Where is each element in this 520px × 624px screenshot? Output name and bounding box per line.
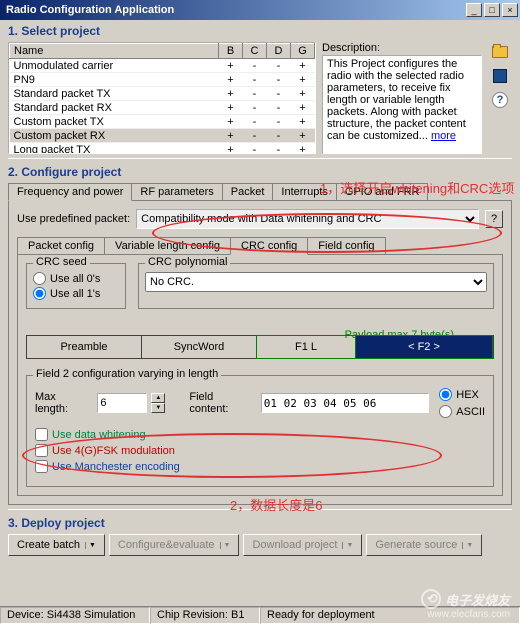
- crc-poly-group: CRC polynomial No CRC.: [138, 263, 494, 309]
- radio-all-1[interactable]: [33, 287, 46, 300]
- chevron-down-icon: ▼: [462, 542, 473, 549]
- chevron-down-icon: ▼: [85, 542, 96, 549]
- crc-seed-group: CRC seed Use all 0's Use all 1's: [26, 263, 126, 309]
- subtab-field[interactable]: Field config: [307, 237, 385, 254]
- maximize-button[interactable]: □: [484, 3, 500, 17]
- field2-group: Field 2 configuration varying in length …: [26, 375, 494, 487]
- check-4gfsk[interactable]: [35, 444, 48, 457]
- subtab-crc[interactable]: CRC config: [230, 237, 308, 255]
- content-input[interactable]: [261, 393, 429, 413]
- table-row[interactable]: Standard packet TX+--+: [10, 87, 315, 101]
- section2-header: 2. Configure project: [0, 161, 129, 181]
- field2-legend: Field 2 configuration varying in length: [33, 368, 221, 380]
- crc-seed-legend: CRC seed: [33, 256, 90, 268]
- f2-box[interactable]: < F2 >: [355, 335, 493, 359]
- watermark: ⟲电子发烧友 www.elecfans.com: [421, 589, 510, 620]
- configure-evaluate-button[interactable]: Configure&evaluate▼: [109, 534, 240, 556]
- col-name[interactable]: Name: [10, 44, 219, 59]
- open-button[interactable]: [490, 42, 510, 62]
- table-row[interactable]: Long packet TX+--+: [10, 143, 315, 155]
- radio-ascii[interactable]: [439, 405, 452, 418]
- check-whitening[interactable]: [35, 428, 48, 441]
- help-icon: ?: [492, 92, 508, 108]
- tab-content: Use predefined packet: Compatibility mod…: [8, 201, 512, 505]
- spinner-up[interactable]: ▲: [151, 393, 165, 403]
- check-manchester[interactable]: [35, 460, 48, 473]
- save-icon: [493, 69, 507, 83]
- crc-panel: CRC seed Use all 0's Use all 1's CRC pol…: [17, 254, 503, 496]
- table-row[interactable]: Custom packet RX+--+: [10, 129, 315, 143]
- table-row[interactable]: PN9+--+: [10, 73, 315, 87]
- preamble-box[interactable]: Preamble: [27, 336, 142, 358]
- radio-all-0[interactable]: [33, 272, 46, 285]
- watermark-icon: ⟲: [421, 589, 441, 609]
- save-button[interactable]: [490, 66, 510, 86]
- window-title: Radio Configuration Application: [2, 4, 466, 16]
- predefined-select[interactable]: Compatibility mode with Data whitening a…: [136, 209, 479, 229]
- project-table[interactable]: Name B C D G Unmodulated carrier+--+PN9+…: [8, 42, 316, 154]
- tab-rf[interactable]: RF parameters: [131, 183, 222, 200]
- create-batch-button[interactable]: Create batch▼: [8, 534, 105, 556]
- col-g[interactable]: G: [291, 44, 315, 59]
- help-button[interactable]: ?: [490, 90, 510, 110]
- chevron-down-icon: ▼: [220, 542, 231, 549]
- spinner-down[interactable]: ▼: [151, 403, 165, 413]
- tab-gpio[interactable]: GPIO and FRR: [336, 183, 429, 200]
- radio-hex[interactable]: [439, 388, 452, 401]
- tab-packet[interactable]: Packet: [222, 183, 274, 200]
- predefined-label: Use predefined packet:: [17, 213, 130, 225]
- subtab-varlen[interactable]: Variable length config: [104, 237, 231, 254]
- description-label: Description:: [322, 42, 482, 54]
- status-chip: Chip Revision: B1: [150, 607, 260, 624]
- tab-frequency[interactable]: Frequency and power: [8, 183, 132, 201]
- table-row[interactable]: Unmodulated carrier+--+: [10, 59, 315, 73]
- content-label: Field content:: [189, 391, 254, 415]
- maxlen-label: Max length:: [35, 391, 91, 415]
- titlebar: Radio Configuration Application _ □ ×: [0, 0, 520, 20]
- crc-poly-select[interactable]: No CRC.: [145, 272, 487, 292]
- col-d[interactable]: D: [267, 44, 291, 59]
- f1l-box[interactable]: F1 L: [256, 335, 356, 359]
- crc-poly-legend: CRC polynomial: [145, 256, 230, 268]
- table-row[interactable]: Custom packet TX+--+: [10, 115, 315, 129]
- payload-diagram: Preamble SyncWord F1 L < F2 >: [26, 335, 494, 359]
- status-device: Device: Si4438 Simulation: [0, 607, 150, 624]
- folder-icon: [492, 46, 508, 58]
- col-c[interactable]: C: [243, 44, 267, 59]
- section3-header: 3. Deploy project: [0, 512, 520, 532]
- help-predefined-button[interactable]: ?: [485, 210, 503, 228]
- download-project-button[interactable]: Download project▼: [243, 534, 362, 556]
- tab-interrupts[interactable]: Interrupts: [272, 183, 336, 200]
- close-button[interactable]: ×: [502, 3, 518, 17]
- chevron-down-icon: ▼: [342, 542, 353, 549]
- subtab-packet-config[interactable]: Packet config: [17, 237, 105, 254]
- sub-tabs: Packet config Variable length config CRC…: [17, 237, 503, 254]
- table-row[interactable]: Standard packet RX+--+: [10, 101, 315, 115]
- description-box: This Project configures the radio with t…: [322, 55, 482, 154]
- main-tabs: Frequency and power RF parameters Packet…: [8, 183, 512, 201]
- section1-header: 1. Select project: [0, 20, 520, 40]
- col-b[interactable]: B: [219, 44, 243, 59]
- divider2: [8, 509, 512, 510]
- generate-source-button[interactable]: Generate source▼: [366, 534, 482, 556]
- maxlen-input[interactable]: [97, 393, 147, 413]
- more-link[interactable]: more: [431, 130, 456, 142]
- minimize-button[interactable]: _: [466, 3, 482, 17]
- divider: [8, 158, 512, 159]
- syncword-box[interactable]: SyncWord: [142, 336, 257, 358]
